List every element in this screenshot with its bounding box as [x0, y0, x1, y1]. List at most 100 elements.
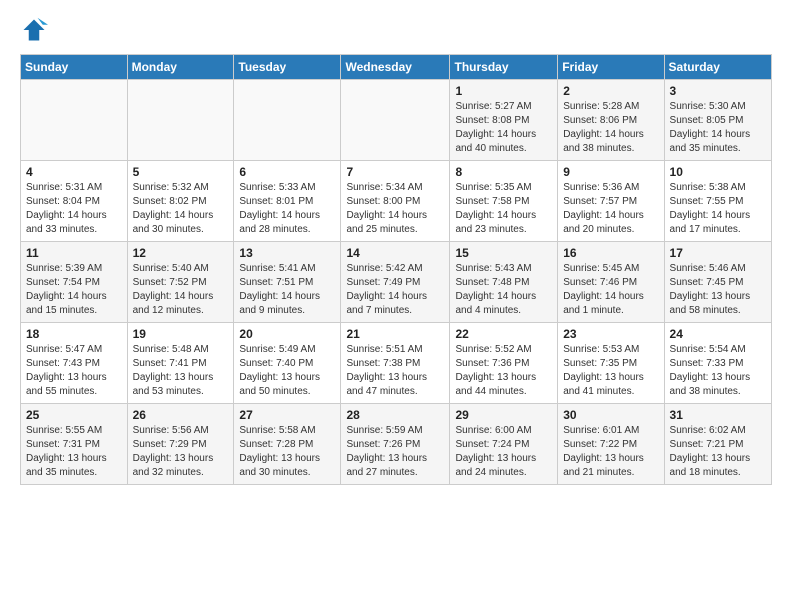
- day-info: Sunrise: 5:59 AM Sunset: 7:26 PM Dayligh…: [346, 424, 444, 480]
- cell-4-1: 18 Sunrise: 5:47 AM Sunset: 7:43 PM Dayli…: [21, 323, 128, 404]
- cell-4-3: 20 Sunrise: 5:49 AM Sunset: 7:40 PM Dayli…: [234, 323, 341, 404]
- day-number: 27: [239, 408, 335, 422]
- logo-icon: [20, 16, 48, 44]
- day-number: 11: [26, 246, 122, 260]
- day-info: Sunrise: 5:56 AM Sunset: 7:29 PM Dayligh…: [133, 424, 229, 480]
- day-info: Sunrise: 5:53 AM Sunset: 7:35 PM Dayligh…: [563, 343, 658, 399]
- day-info: Sunrise: 5:48 AM Sunset: 7:41 PM Dayligh…: [133, 343, 229, 399]
- header: [20, 16, 772, 44]
- cell-4-6: 23Sunrise: 5:53 AM Sunset: 7:35 PM Dayli…: [558, 323, 664, 404]
- day-info: Sunrise: 5:46 AM Sunset: 7:45 PM Dayligh…: [670, 262, 766, 318]
- cell-1-4: [341, 80, 450, 161]
- cell-2-3: 6 Sunrise: 5:33 AM Sunset: 8:01 PM Daylig…: [234, 161, 341, 242]
- cell-2-4: 7Sunrise: 5:34 AM Sunset: 8:00 PM Daylig…: [341, 161, 450, 242]
- day-number: 14: [346, 246, 444, 260]
- day-info: Sunrise: 5:40 AM Sunset: 7:52 PM Dayligh…: [133, 262, 229, 318]
- day-number: 19: [133, 327, 229, 341]
- header-thursday: Thursday: [450, 55, 558, 80]
- cell-5-7: 31 Sunrise: 6:02 AM Sunset: 7:21 PM Dayli…: [664, 404, 771, 485]
- day-number: 30: [563, 408, 658, 422]
- day-info: Sunrise: 5:27 AM Sunset: 8:08 PM Dayligh…: [455, 100, 552, 156]
- day-info: Sunrise: 6:00 AM Sunset: 7:24 PM Dayligh…: [455, 424, 552, 480]
- day-number: 17: [670, 246, 766, 260]
- day-info: Sunrise: 5:32 AM Sunset: 8:02 PM Dayligh…: [133, 181, 229, 237]
- cell-1-7: 3Sunrise: 5:30 AM Sunset: 8:05 PM Daylig…: [664, 80, 771, 161]
- cell-1-3: [234, 80, 341, 161]
- day-number: 3: [670, 84, 766, 98]
- weekday-row: Sunday Monday Tuesday Wednesday Thursday…: [21, 55, 772, 80]
- calendar-table: Sunday Monday Tuesday Wednesday Thursday…: [20, 54, 772, 485]
- cell-4-7: 24 Sunrise: 5:54 AM Sunset: 7:33 PM Dayli…: [664, 323, 771, 404]
- cell-2-5: 8 Sunrise: 5:35 AM Sunset: 7:58 PM Daylig…: [450, 161, 558, 242]
- page: Sunday Monday Tuesday Wednesday Thursday…: [0, 0, 792, 612]
- day-info: Sunrise: 5:31 AM Sunset: 8:04 PM Dayligh…: [26, 181, 122, 237]
- day-info: Sunrise: 5:55 AM Sunset: 7:31 PM Dayligh…: [26, 424, 122, 480]
- cell-1-5: 1 Sunrise: 5:27 AM Sunset: 8:08 PM Daylig…: [450, 80, 558, 161]
- week-row-1: 1 Sunrise: 5:27 AM Sunset: 8:08 PM Daylig…: [21, 80, 772, 161]
- week-row-4: 18 Sunrise: 5:47 AM Sunset: 7:43 PM Dayli…: [21, 323, 772, 404]
- day-info: Sunrise: 5:43 AM Sunset: 7:48 PM Dayligh…: [455, 262, 552, 318]
- day-info: Sunrise: 6:02 AM Sunset: 7:21 PM Dayligh…: [670, 424, 766, 480]
- header-tuesday: Tuesday: [234, 55, 341, 80]
- cell-2-1: 4Sunrise: 5:31 AM Sunset: 8:04 PM Daylig…: [21, 161, 128, 242]
- logo: [20, 16, 52, 44]
- day-info: Sunrise: 5:41 AM Sunset: 7:51 PM Dayligh…: [239, 262, 335, 318]
- day-number: 12: [133, 246, 229, 260]
- day-info: Sunrise: 5:47 AM Sunset: 7:43 PM Dayligh…: [26, 343, 122, 399]
- day-number: 1: [455, 84, 552, 98]
- day-number: 8: [455, 165, 552, 179]
- cell-5-2: 26 Sunrise: 5:56 AM Sunset: 7:29 PM Dayli…: [127, 404, 234, 485]
- day-info: Sunrise: 5:49 AM Sunset: 7:40 PM Dayligh…: [239, 343, 335, 399]
- day-number: 7: [346, 165, 444, 179]
- cell-5-4: 28 Sunrise: 5:59 AM Sunset: 7:26 PM Dayli…: [341, 404, 450, 485]
- day-number: 2: [563, 84, 658, 98]
- cell-3-1: 11 Sunrise: 5:39 AM Sunset: 7:54 PM Dayli…: [21, 242, 128, 323]
- cell-4-5: 22Sunrise: 5:52 AM Sunset: 7:36 PM Dayli…: [450, 323, 558, 404]
- cell-1-6: 2Sunrise: 5:28 AM Sunset: 8:06 PM Daylig…: [558, 80, 664, 161]
- cell-5-3: 27Sunrise: 5:58 AM Sunset: 7:28 PM Dayli…: [234, 404, 341, 485]
- calendar-header: Sunday Monday Tuesday Wednesday Thursday…: [21, 55, 772, 80]
- day-info: Sunrise: 5:42 AM Sunset: 7:49 PM Dayligh…: [346, 262, 444, 318]
- header-sunday: Sunday: [21, 55, 128, 80]
- cell-3-4: 14 Sunrise: 5:42 AM Sunset: 7:49 PM Dayli…: [341, 242, 450, 323]
- cell-2-2: 5 Sunrise: 5:32 AM Sunset: 8:02 PM Daylig…: [127, 161, 234, 242]
- cell-1-2: [127, 80, 234, 161]
- day-info: Sunrise: 5:33 AM Sunset: 8:01 PM Dayligh…: [239, 181, 335, 237]
- cell-3-5: 15 Sunrise: 5:43 AM Sunset: 7:48 PM Dayli…: [450, 242, 558, 323]
- header-wednesday: Wednesday: [341, 55, 450, 80]
- header-friday: Friday: [558, 55, 664, 80]
- day-number: 28: [346, 408, 444, 422]
- week-row-2: 4Sunrise: 5:31 AM Sunset: 8:04 PM Daylig…: [21, 161, 772, 242]
- day-number: 26: [133, 408, 229, 422]
- cell-3-2: 12 Sunrise: 5:40 AM Sunset: 7:52 PM Dayli…: [127, 242, 234, 323]
- cell-2-7: 10Sunrise: 5:38 AM Sunset: 7:55 PM Dayli…: [664, 161, 771, 242]
- cell-5-6: 30 Sunrise: 6:01 AM Sunset: 7:22 PM Dayli…: [558, 404, 664, 485]
- day-info: Sunrise: 5:36 AM Sunset: 7:57 PM Dayligh…: [563, 181, 658, 237]
- day-info: Sunrise: 5:39 AM Sunset: 7:54 PM Dayligh…: [26, 262, 122, 318]
- week-row-3: 11 Sunrise: 5:39 AM Sunset: 7:54 PM Dayli…: [21, 242, 772, 323]
- day-number: 22: [455, 327, 552, 341]
- day-info: Sunrise: 5:45 AM Sunset: 7:46 PM Dayligh…: [563, 262, 658, 318]
- day-info: Sunrise: 5:54 AM Sunset: 7:33 PM Dayligh…: [670, 343, 766, 399]
- header-monday: Monday: [127, 55, 234, 80]
- calendar-body: 1 Sunrise: 5:27 AM Sunset: 8:08 PM Daylig…: [21, 80, 772, 485]
- day-number: 31: [670, 408, 766, 422]
- week-row-5: 25Sunrise: 5:55 AM Sunset: 7:31 PM Dayli…: [21, 404, 772, 485]
- day-info: Sunrise: 6:01 AM Sunset: 7:22 PM Dayligh…: [563, 424, 658, 480]
- day-number: 24: [670, 327, 766, 341]
- cell-4-4: 21Sunrise: 5:51 AM Sunset: 7:38 PM Dayli…: [341, 323, 450, 404]
- cell-4-2: 19 Sunrise: 5:48 AM Sunset: 7:41 PM Dayli…: [127, 323, 234, 404]
- cell-3-7: 17 Sunrise: 5:46 AM Sunset: 7:45 PM Dayli…: [664, 242, 771, 323]
- cell-2-6: 9 Sunrise: 5:36 AM Sunset: 7:57 PM Daylig…: [558, 161, 664, 242]
- cell-3-3: 13Sunrise: 5:41 AM Sunset: 7:51 PM Dayli…: [234, 242, 341, 323]
- day-info: Sunrise: 5:38 AM Sunset: 7:55 PM Dayligh…: [670, 181, 766, 237]
- day-info: Sunrise: 5:35 AM Sunset: 7:58 PM Dayligh…: [455, 181, 552, 237]
- day-number: 6: [239, 165, 335, 179]
- day-number: 18: [26, 327, 122, 341]
- day-number: 20: [239, 327, 335, 341]
- day-number: 9: [563, 165, 658, 179]
- cell-1-1: [21, 80, 128, 161]
- day-number: 15: [455, 246, 552, 260]
- day-number: 5: [133, 165, 229, 179]
- cell-3-6: 16Sunrise: 5:45 AM Sunset: 7:46 PM Dayli…: [558, 242, 664, 323]
